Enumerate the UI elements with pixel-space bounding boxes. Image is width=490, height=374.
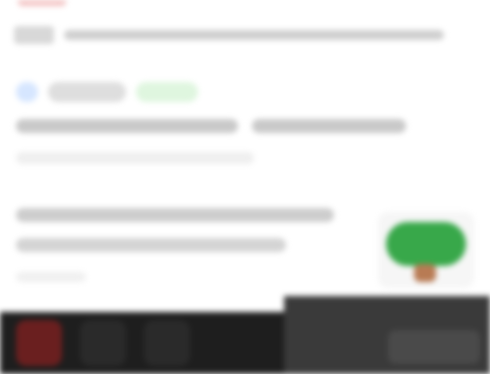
article-meta <box>16 272 86 282</box>
article-title-line-1 <box>16 208 334 222</box>
chip-row <box>16 82 198 102</box>
thumbnail-foliage <box>386 222 466 266</box>
top-accent <box>18 0 66 6</box>
header-badge <box>14 26 54 44</box>
header-text <box>64 30 444 40</box>
article-thumbnail[interactable] <box>378 212 474 288</box>
bottom-item-red[interactable] <box>16 320 62 366</box>
bottom-item[interactable] <box>144 320 190 366</box>
headline <box>16 112 412 140</box>
article-title-line-2 <box>16 238 286 252</box>
chip-gray[interactable] <box>48 82 126 102</box>
subline <box>16 152 254 164</box>
bottom-overlay <box>284 296 490 374</box>
headline-line-2 <box>252 119 406 133</box>
headline-line-1 <box>16 119 238 133</box>
article-item[interactable] <box>16 200 474 296</box>
chip-blue[interactable] <box>16 82 38 102</box>
thumbnail-base <box>414 264 436 282</box>
article-text <box>16 200 361 282</box>
bottom-item[interactable] <box>80 320 126 366</box>
header-row <box>14 24 444 46</box>
chip-green[interactable] <box>136 82 198 102</box>
overlay-panel <box>388 330 480 364</box>
